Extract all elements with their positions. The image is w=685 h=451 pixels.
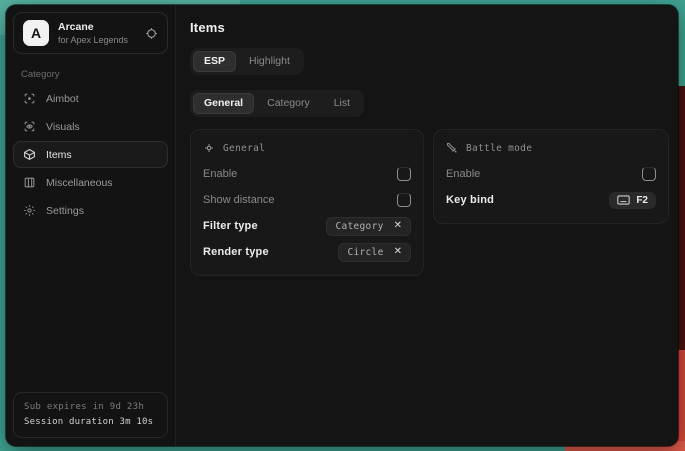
setting-row-render-type: Render type Circle ✕ [203,239,411,265]
sidebar-item-miscellaneous[interactable]: Miscellaneous [13,169,168,196]
panel-battle-header: Battle mode [446,142,656,154]
tab-highlight[interactable]: Highlight [238,51,301,72]
sidebar-item-label: Visuals [46,121,80,133]
crosshair-icon[interactable] [145,27,158,40]
enable-checkbox[interactable] [397,167,411,181]
items-box-icon [23,148,36,161]
sidebar-item-label: Aimbot [46,93,79,105]
sidebar-item-label: Items [46,149,72,161]
panels-row: General Enable Show distance Filter type… [190,129,669,276]
setting-label: Render type [203,246,269,258]
scan-crosshair-icon [203,142,215,154]
panel-general: General Enable Show distance Filter type… [190,129,424,276]
session-card: Sub expires in 9d 23h Session duration 3… [13,392,168,438]
tab-esp[interactable]: ESP [193,51,236,72]
show-distance-checkbox[interactable] [397,193,411,207]
sword-icon [446,142,458,154]
select-value: Category [335,221,383,232]
sidebar: A Arcane for Apex Legends Category Aimbo… [6,5,176,446]
arcane-window: A Arcane for Apex Legends Category Aimbo… [6,5,678,446]
tab-general[interactable]: General [193,93,254,114]
aimbot-crosshair-icon [23,92,36,105]
sidebar-item-aimbot[interactable]: Aimbot [13,85,168,112]
page-title: Items [190,20,669,35]
setting-label: Key bind [446,194,494,206]
setting-row-key-bind: Key bind F2 [446,187,656,213]
sidebar-item-label: Settings [46,205,84,217]
visuals-eye-icon [23,120,36,133]
key-bind-value: F2 [636,195,648,206]
setting-label: Enable [203,168,237,180]
battle-enable-checkbox[interactable] [642,167,656,181]
setting-row-enable: Enable [446,161,656,187]
miscellaneous-grid-icon [23,176,36,189]
sub-expiry-text: Sub expires in 9d 23h [24,400,157,415]
brand-subtitle: for Apex Legends [58,34,136,46]
tab-category[interactable]: Category [256,93,321,114]
render-type-select[interactable]: Circle ✕ [338,243,411,262]
brand-card: A Arcane for Apex Legends [13,12,168,54]
panel-title: General [223,143,265,154]
brand-logo: A [23,20,49,46]
view-tab-group: General Category List [190,90,364,117]
sidebar-item-label: Miscellaneous [46,177,113,189]
setting-row-show-distance: Show distance [203,187,411,213]
tab-list[interactable]: List [323,93,361,114]
mode-tab-group: ESP Highlight [190,48,304,75]
sidebar-nav: Aimbot Visuals Items [13,85,168,224]
brand-text: Arcane for Apex Legends [58,21,136,46]
settings-gear-icon [23,204,36,217]
clear-x-icon[interactable]: ✕ [394,247,402,257]
sidebar-item-settings[interactable]: Settings [13,197,168,224]
session-duration-text: Session duration 3m 10s [24,415,157,429]
setting-label: Show distance [203,194,275,206]
category-label: Category [21,69,168,80]
setting-row-filter-type: Filter type Category ✕ [203,213,411,239]
brand-title: Arcane [58,21,136,34]
panel-battle-mode: Battle mode Enable Key bind F2 [433,129,669,224]
sidebar-item-items[interactable]: Items [13,141,168,168]
panel-title: Battle mode [466,143,532,154]
main-content: Items ESP Highlight General Category Lis… [176,5,678,446]
setting-label: Enable [446,168,480,180]
key-bind-button[interactable]: F2 [609,192,656,209]
panel-general-header: General [203,142,411,154]
clear-x-icon[interactable]: ✕ [394,221,402,231]
filter-type-select[interactable]: Category ✕ [326,217,411,236]
setting-label: Filter type [203,220,258,232]
sidebar-item-visuals[interactable]: Visuals [13,113,168,140]
select-value: Circle [347,247,383,258]
keyboard-icon [617,195,630,205]
setting-row-enable: Enable [203,161,411,187]
